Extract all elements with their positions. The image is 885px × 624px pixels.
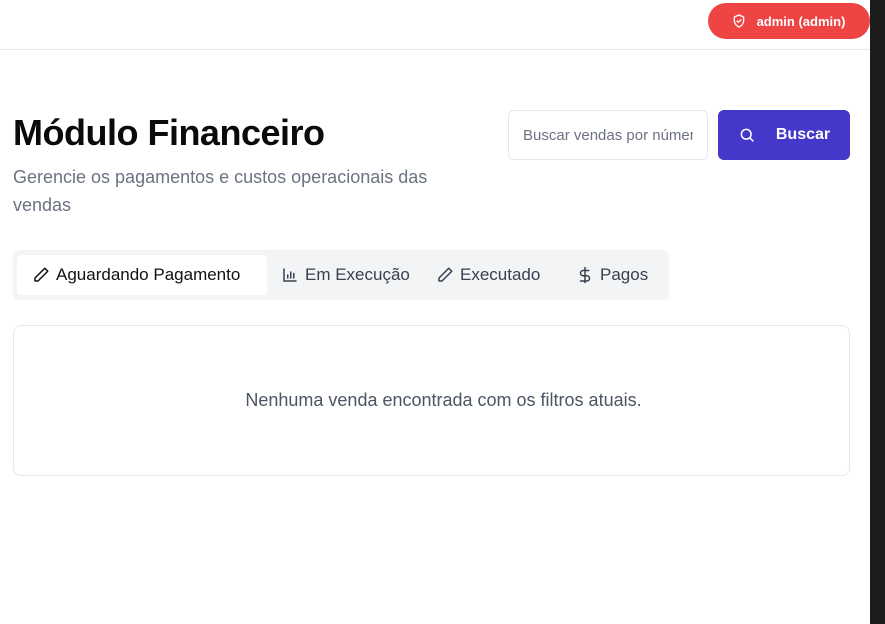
pencil-icon <box>436 266 454 284</box>
search-button[interactable]: Buscar <box>718 110 850 160</box>
scrollbar[interactable] <box>870 0 885 624</box>
search-input[interactable] <box>508 110 708 160</box>
bar-chart-icon <box>281 266 299 284</box>
empty-state-message: Nenhuma venda encontrada com os filtros … <box>245 390 642 410</box>
tab-label: Aguardando Pagamento <box>56 265 241 284</box>
tab-list: Aguardando Pagamento Em Execução Executa… <box>13 250 669 300</box>
tab-em-execucao[interactable]: Em Execução <box>267 255 422 295</box>
pencil-icon <box>32 266 50 284</box>
user-menu-button[interactable]: admin (admin) <box>708 3 870 39</box>
tab-label: Pagos <box>600 265 649 284</box>
tab-label: Executado <box>460 265 541 284</box>
tab-label: Em Execução <box>305 265 410 284</box>
empty-state-card: Nenhuma venda encontrada com os filtros … <box>13 325 850 476</box>
shield-check-icon <box>731 13 747 29</box>
search-icon <box>738 126 756 144</box>
tab-pagos[interactable]: Pagos <box>562 255 662 295</box>
user-label: admin (admin) <box>756 13 846 29</box>
search-button-label: Buscar <box>775 126 831 143</box>
page-subtitle: Gerencie os pagamentos e custos operacio… <box>13 167 428 215</box>
top-bar: admin (admin) <box>0 0 870 50</box>
tab-aguardando-pagamento[interactable]: Aguardando Pagamento <box>17 255 267 295</box>
page-title: Módulo Financeiro <box>13 112 325 153</box>
dollar-icon <box>576 266 594 284</box>
tab-executado[interactable]: Executado <box>422 255 562 295</box>
